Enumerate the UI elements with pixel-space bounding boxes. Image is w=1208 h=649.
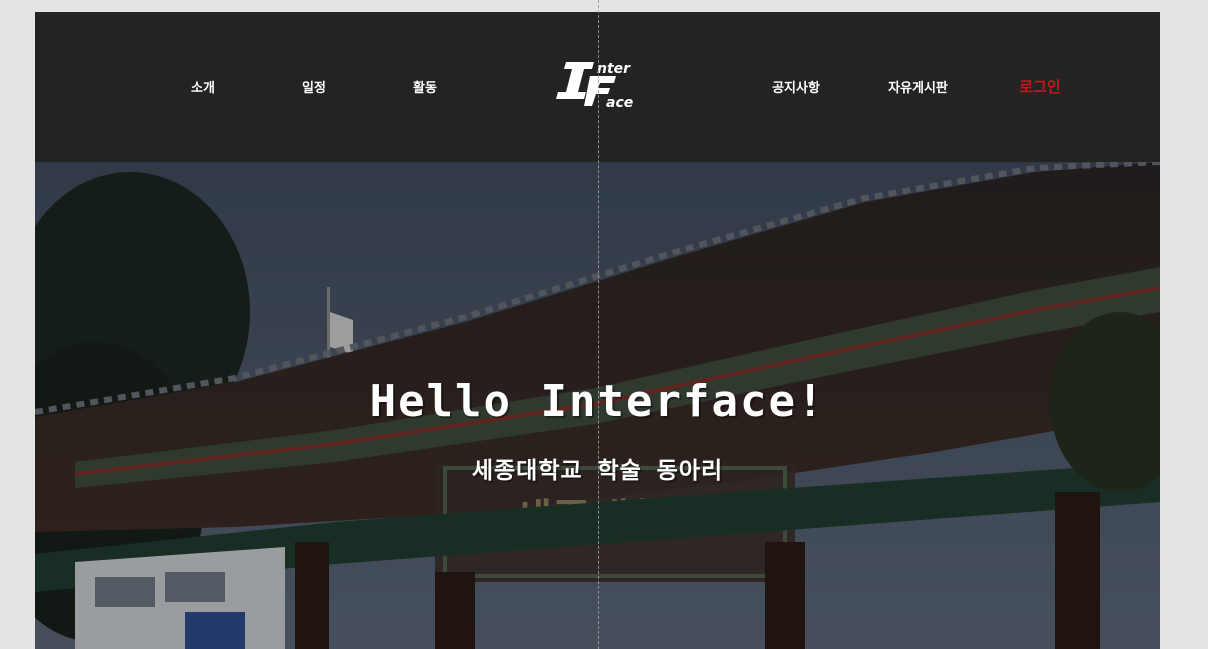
nav-item-free-board[interactable]: 자유게시판 — [888, 77, 948, 96]
nav-item-schedule[interactable]: 일정 — [302, 77, 326, 96]
nav-item-notice[interactable]: 공지사항 — [772, 77, 820, 96]
svg-text:ace: ace — [606, 95, 633, 111]
center-guide-line — [598, 0, 599, 649]
nav-item-intro[interactable]: 소개 — [191, 77, 215, 96]
nav-item-activity[interactable]: 활동 — [413, 77, 437, 96]
svg-text:nter: nter — [597, 61, 631, 77]
login-link[interactable]: 로그인 — [1019, 76, 1060, 97]
